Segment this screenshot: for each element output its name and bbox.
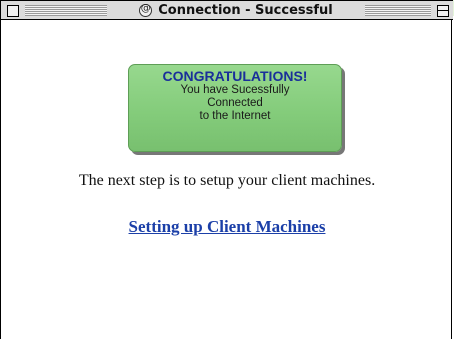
proxy-at-icon — [139, 3, 153, 17]
banner-line: You have Sucessfully — [180, 84, 290, 96]
title-bar-stripes-left — [25, 5, 107, 16]
banner-line: Connected — [207, 97, 263, 109]
collapse-box-icon[interactable] — [437, 5, 449, 17]
window-title: Connection - Successful — [111, 2, 361, 19]
congratulations-banner: CONGRATULATIONS! You have Sucessfully Co… — [128, 64, 342, 152]
window-title-text: Connection - Successful — [158, 3, 333, 18]
banner-heading: CONGRATULATIONS! — [162, 68, 308, 84]
instruction-text: The next step is to setup your client ma… — [78, 172, 376, 189]
browser-window: Connection - Successful CONGRATULATIONS!… — [0, 0, 453, 339]
close-box-icon[interactable] — [7, 5, 19, 17]
page-content: CONGRATULATIONS! You have Sucessfully Co… — [2, 20, 452, 339]
setup-client-machines-link[interactable]: Setting up Client Machines — [2, 217, 452, 237]
title-bar-stripes-right — [365, 5, 431, 16]
banner-line: to the Internet — [199, 110, 271, 122]
title-bar[interactable]: Connection - Successful — [1, 0, 453, 20]
